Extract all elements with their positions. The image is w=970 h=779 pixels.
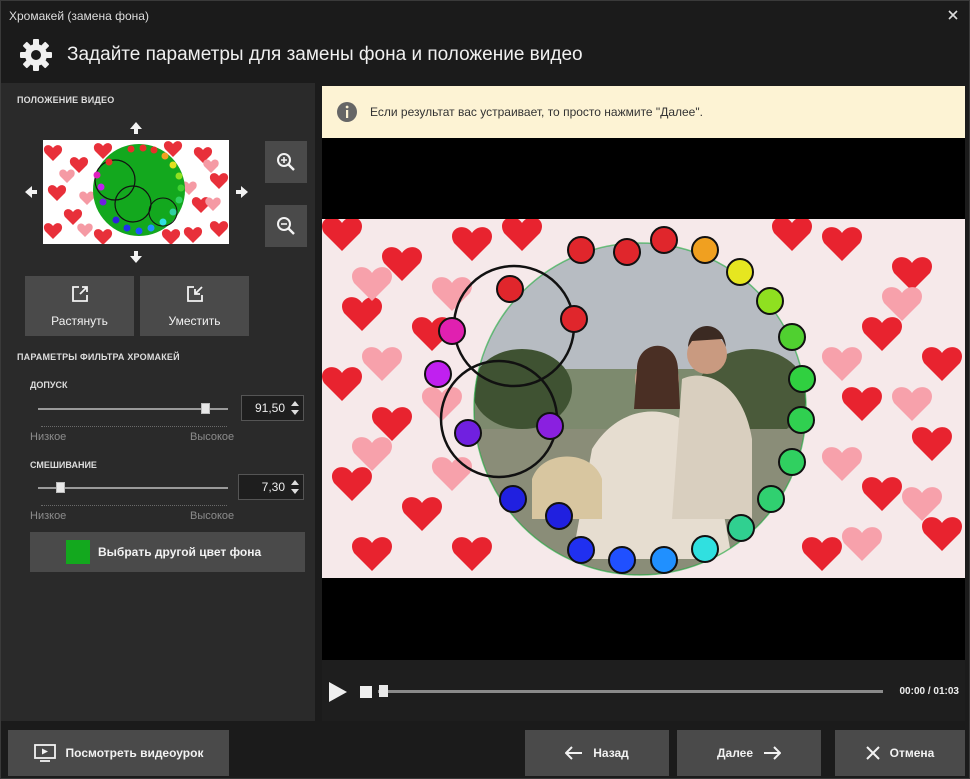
stretch-label: Растянуть: [51, 314, 108, 328]
video-tutorial-icon: [33, 744, 56, 762]
blend-spinbox[interactable]: 7,30: [238, 474, 304, 500]
next-label: Далее: [716, 746, 754, 760]
key-color-swatch: [66, 540, 90, 564]
preview-thumbnail: [43, 140, 229, 244]
cancel-label: Отмена: [889, 746, 935, 760]
title-bar: Хромакей (замена фона): [1, 1, 969, 31]
preview-panel: Если результат вас устраивает, то просто…: [322, 86, 965, 721]
tolerance-scale-dots: [41, 426, 227, 427]
arrow-right-icon: [764, 746, 782, 760]
player-controls: 00:00 / 01:03: [322, 660, 965, 721]
close-icon: [865, 746, 880, 760]
watch-tutorial-button[interactable]: Посмотреть видеоурок: [8, 730, 229, 776]
info-icon: [337, 102, 357, 122]
video-frame: [322, 219, 965, 578]
timeline-knob[interactable]: [379, 685, 388, 697]
spin-arrows-icon[interactable]: [290, 400, 300, 416]
pick-background-color-button[interactable]: Выбрать другой цвет фона: [30, 532, 305, 572]
window-title: Хромакей (замена фона): [9, 9, 149, 23]
cancel-button[interactable]: Отмена: [835, 730, 965, 776]
blend-low-label: Низкое: [30, 510, 67, 522]
filter-section-label: ПАРАМЕТРЫ ФИЛЬТРА ХРОМАКЕЙ: [17, 352, 180, 362]
stretch-icon: [71, 286, 88, 302]
arrow-down-icon[interactable]: [128, 249, 144, 265]
tolerance-high-label: Высокое: [190, 431, 235, 443]
tolerance-label: ДОПУСК: [30, 380, 68, 390]
arrow-up-icon[interactable]: [128, 120, 144, 136]
tolerance-slider-thumb[interactable]: [200, 403, 210, 414]
fit-button[interactable]: Уместить: [140, 276, 249, 336]
next-button[interactable]: Далее: [677, 730, 821, 776]
notice-text: Если результат вас устраивает, то просто…: [370, 105, 703, 119]
position-section-label: ПОЛОЖЕНИЕ ВИДЕО: [17, 95, 115, 105]
pick-color-label: Выбрать другой цвет фона: [98, 545, 262, 559]
timeline-track[interactable]: [378, 690, 883, 693]
zoom-out-button[interactable]: [265, 205, 307, 247]
blend-scale-dots: [41, 505, 227, 506]
position-preview[interactable]: [43, 140, 229, 244]
tutorial-label: Посмотреть видеоурок: [65, 746, 204, 760]
tolerance-slider-track[interactable]: [38, 408, 228, 410]
time-readout: 00:00 / 01:03: [899, 686, 960, 697]
settings-panel: ПОЛОЖЕНИЕ ВИДЕО Растянуть Уместить ПАРАМ…: [1, 83, 315, 721]
page-title: Задайте параметры для замены фона и поло…: [67, 44, 583, 65]
blend-slider-track[interactable]: [38, 487, 228, 489]
stop-button[interactable]: [360, 686, 372, 698]
spin-arrows-icon[interactable]: [290, 479, 300, 495]
tolerance-spinbox[interactable]: 91,50: [241, 395, 304, 421]
tolerance-low-label: Низкое: [30, 431, 67, 443]
zoom-in-button[interactable]: [265, 141, 307, 183]
arrow-left-icon: [565, 746, 583, 760]
dialog-header: Задайте параметры для замены фона и поло…: [1, 31, 969, 79]
back-button[interactable]: Назад: [525, 730, 669, 776]
info-notice: Если результат вас устраивает, то просто…: [322, 86, 965, 138]
zoom-out-icon: [277, 217, 295, 235]
arrow-left-icon[interactable]: [23, 184, 39, 200]
fit-label: Уместить: [168, 314, 221, 328]
arrow-right-icon[interactable]: [234, 184, 250, 200]
blend-slider-thumb[interactable]: [56, 482, 66, 493]
blend-label: СМЕШИВАНИЕ: [30, 460, 97, 470]
blend-high-label: Высокое: [190, 510, 235, 522]
chromakey-dialog: Хромакей (замена фона) Задайте параметры…: [0, 0, 970, 779]
back-label: Назад: [593, 746, 629, 760]
tolerance-value: 91,50: [254, 401, 285, 415]
fit-icon: [186, 286, 203, 302]
close-icon[interactable]: [945, 7, 961, 23]
zoom-in-icon: [277, 153, 295, 171]
stretch-button[interactable]: Растянуть: [25, 276, 134, 336]
video-preview[interactable]: [322, 219, 965, 578]
gear-icon: [20, 39, 52, 71]
play-icon[interactable]: [328, 681, 348, 703]
blend-value: 7,30: [261, 480, 285, 494]
